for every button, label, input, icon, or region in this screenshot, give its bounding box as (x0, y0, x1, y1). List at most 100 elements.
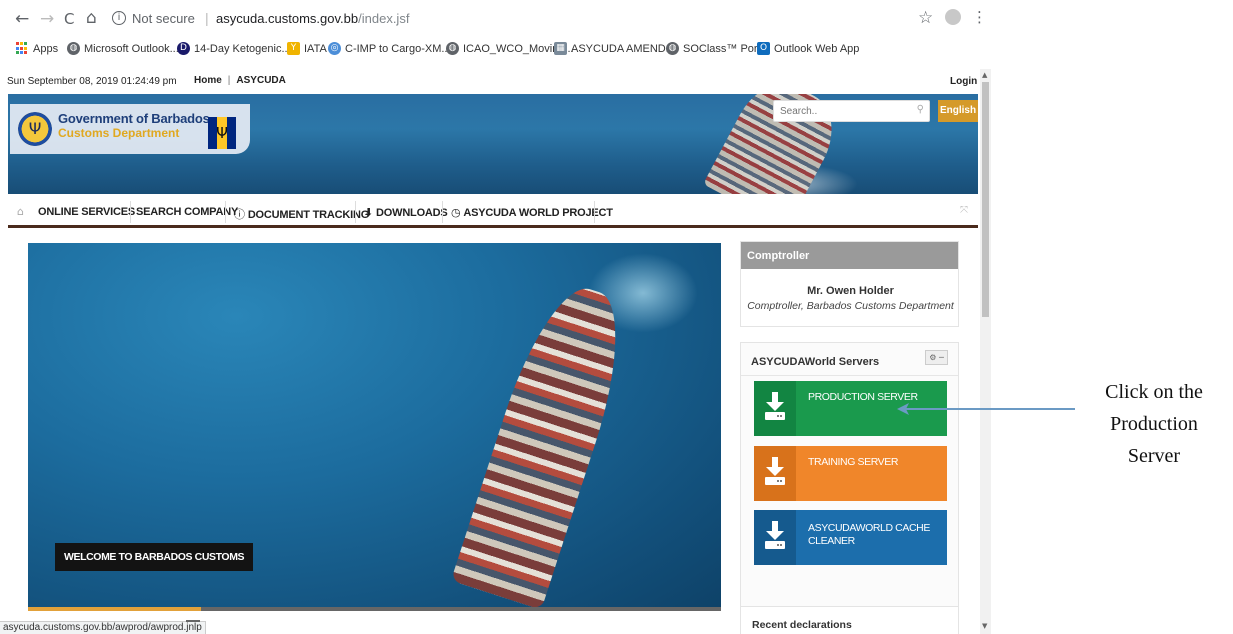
bookmark-label: IATA (304, 42, 327, 55)
browser-menu-icon[interactable]: ⋮ (972, 8, 987, 26)
nav-online-services[interactable]: ONLINE SERVICES (38, 206, 135, 218)
scroll-down-icon[interactable]: ▼ (982, 622, 987, 630)
logo-title: Government of Barbados (58, 111, 210, 126)
apps-icon (16, 42, 29, 55)
nav-label: ASYCUDA WORLD PROJECT (463, 207, 613, 219)
comptroller-header: Comptroller (741, 242, 958, 269)
recent-declarations-title: Recent declarations (752, 619, 852, 631)
bookmark-microsoft-outlook[interactable]: ◍ Microsoft Outlook... (67, 42, 179, 55)
nav-document-tracking[interactable]: ⓘ DOCUMENT TRACKING (234, 206, 369, 222)
bookmark-label: Outlook Web App (774, 42, 860, 55)
language-button[interactable]: English (938, 100, 978, 122)
clock-icon: ◷ (451, 206, 461, 219)
bookmark-asycuda-amend[interactable]: ▦ ASYCUDA AMEND... (554, 42, 675, 55)
annotation-line-3: Server (1127, 445, 1181, 467)
download-icon-box (754, 446, 796, 501)
url-text[interactable]: asycuda.customs.gov.bb/index.jsf (216, 11, 409, 26)
download-icon (765, 521, 785, 549)
download-icon-box (754, 381, 796, 436)
download-icon (765, 392, 785, 420)
back-button[interactable]: ← (15, 9, 29, 29)
url-host: asycuda.customs.gov.bb (216, 11, 359, 26)
d-icon: D (177, 42, 190, 55)
scroll-thumb[interactable] (982, 82, 989, 317)
welcome-text: WELCOME TO BARBADOS CUSTOMS (55, 543, 254, 571)
nav-asycuda-world-project[interactable]: ◷ ASYCUDA WORLD PROJECT (451, 206, 613, 219)
bookmark-label: Microsoft Outlook... (84, 42, 179, 55)
comptroller-name: Mr. Owen Holder (807, 285, 894, 297)
nav-search-company[interactable]: SEARCH COMPANY (136, 206, 238, 218)
globe-icon: ◍ (67, 42, 80, 55)
forward-button[interactable]: → (40, 9, 54, 29)
cache-cleaner-button[interactable]: ASYCUDAWORLD CACHE CLEANER (754, 510, 947, 565)
welcome-caption: WELCOME TO BARBADOS CUSTOMS (55, 543, 254, 571)
bookmark-outlook-web-app[interactable]: O Outlook Web App (757, 42, 859, 55)
site-logo[interactable]: Ψ Government of Barbados Customs Departm… (10, 104, 250, 154)
logo-subtitle: Customs Department (58, 126, 180, 140)
bookmark-ketogenic[interactable]: D 14-Day Ketogenic... (177, 42, 291, 55)
bookmark-label: C-IMP to Cargo-XM... (345, 42, 451, 55)
nav-label: ONLINE SERVICES (38, 206, 136, 218)
nav-divider (130, 201, 131, 223)
download-icon-box (754, 510, 796, 565)
reload-button[interactable]: C (64, 10, 74, 28)
page-scrollbar[interactable]: ▲ ▼ (980, 69, 991, 634)
nav-label: DOCUMENT TRACKING (247, 209, 370, 221)
nav-downloads[interactable]: ⬇ DOWNLOADS (364, 206, 448, 219)
browser-toolbar: ← → C ⌂ i Not secure | asycuda.customs.g… (0, 0, 990, 66)
nav-divider (225, 201, 226, 223)
nav-divider (594, 201, 595, 223)
servers-panel: ASYCUDAWorld Servers ⚙ ─ PRODUCTION SERV… (740, 342, 959, 634)
bookmark-iata[interactable]: Y IATA (287, 42, 327, 55)
search-input[interactable] (774, 101, 904, 122)
slider-progress-fill (28, 607, 202, 611)
asycuda-link[interactable]: ASYCUDA (236, 75, 285, 86)
panel-controls-icon[interactable]: ⚙ ─ (925, 350, 948, 365)
login-link[interactable]: Login (950, 76, 977, 87)
globe-icon: ◍ (446, 42, 459, 55)
info-icon[interactable]: i (112, 11, 126, 25)
bookmarks-bar: Apps ◍ Microsoft Outlook... D 14-Day Ket… (0, 40, 990, 62)
bookmark-soclass[interactable]: ◍ SOClass™ Portal (666, 42, 769, 55)
barbados-flag-icon: Ψ (208, 117, 236, 149)
bookmark-label: Apps (33, 42, 59, 55)
scroll-up-icon[interactable]: ▲ (982, 71, 987, 79)
training-server-button[interactable]: TRAINING SERVER (754, 446, 947, 501)
nav-label: DOWNLOADS (376, 207, 448, 219)
bookmark-cimp[interactable]: ◎ C-IMP to Cargo-XM... (328, 42, 451, 55)
expand-icon[interactable]: ⤧ (960, 205, 968, 216)
bookmark-label: ASYCUDA AMEND... (571, 42, 675, 55)
recent-declarations-panel: Recent declarations (740, 606, 959, 634)
bookmark-star-icon[interactable]: ☆ (918, 8, 933, 28)
coat-of-arms-icon: Ψ (18, 112, 52, 146)
comptroller-role: Comptroller, Barbados Customs Department (747, 300, 954, 312)
annotation-arrow-icon (897, 403, 1075, 415)
bookmark-apps[interactable]: Apps (16, 42, 58, 55)
site-top-bar: Sun September 08, 2019 01:24:49 pm Home |… (0, 69, 980, 94)
slider-progress-bar (28, 607, 721, 611)
annotation-line-2: Production (1110, 413, 1198, 435)
address-bar[interactable]: i Not secure | asycuda.customs.gov.bb/in… (108, 5, 968, 33)
home-button[interactable]: ⌂ (86, 8, 97, 28)
bookmark-label: 14-Day Ketogenic... (194, 42, 291, 55)
search-icon[interactable]: ⚲ (917, 104, 924, 115)
iata-icon: Y (287, 42, 300, 55)
nav-divider (355, 201, 356, 223)
status-bar-url: asycuda.customs.gov.bb/awprod/awprod.jnl… (0, 621, 206, 634)
home-nav-icon[interactable]: ⌂ (17, 205, 24, 218)
home-link[interactable]: Home (194, 75, 222, 86)
link-separator: | (227, 75, 231, 86)
main-navigation: ⌂ ONLINE SERVICES SEARCH COMPANY ⓘ DOCUME… (8, 194, 978, 228)
container-ship (450, 276, 641, 609)
asycuda-icon: ▦ (554, 42, 567, 55)
top-links: Home | ASYCUDA (194, 75, 286, 86)
annotation-line-1: Click on the (1105, 381, 1203, 403)
comptroller-panel: Comptroller Mr. Owen Holder Comptroller,… (740, 241, 959, 327)
header-banner: Ψ Government of Barbados Customs Departm… (8, 94, 978, 194)
address-separator: | (205, 10, 209, 26)
outlook-icon: O (757, 42, 770, 55)
current-datetime: Sun September 08, 2019 01:24:49 pm (7, 76, 177, 87)
servers-title: ASYCUDAWorld Servers (751, 356, 880, 368)
annotation-text: Click on the Production Server (1074, 376, 1233, 472)
profile-avatar[interactable] (945, 9, 961, 25)
